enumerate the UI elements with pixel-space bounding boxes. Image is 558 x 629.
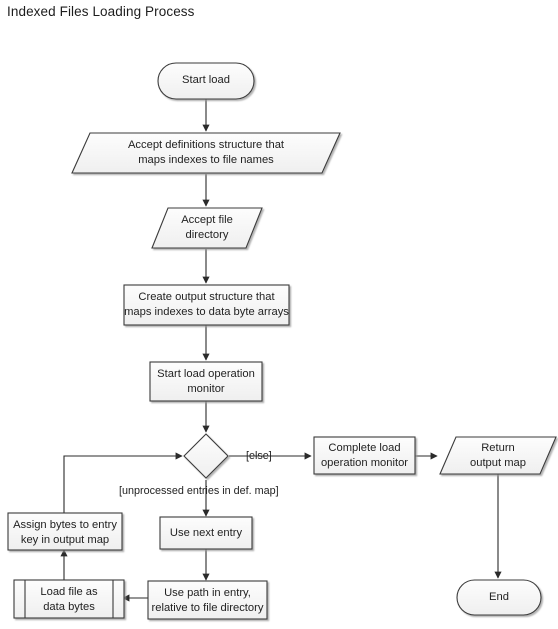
node-load-file-as-data-bytes[interactable] [13, 579, 125, 619]
flowchart-canvas [7, 62, 557, 620]
node-layer [7, 62, 557, 620]
node-create-output-structure[interactable] [123, 284, 290, 326]
node-assign-bytes-to-entry-key[interactable] [7, 512, 123, 551]
edge-layer [60, 99, 502, 602]
node-use-next-entry[interactable] [159, 516, 253, 550]
node-start-load-operation-monitor[interactable] [149, 361, 263, 402]
node-accept-definitions[interactable] [71, 132, 341, 174]
edge-label-else: [else] [246, 450, 272, 462]
node-use-path-in-entry[interactable] [147, 580, 268, 620]
node-complete-load-operation-monitor[interactable] [313, 436, 416, 475]
node-end[interactable] [456, 579, 542, 616]
node-decision[interactable] [183, 433, 229, 479]
node-accept-file-directory[interactable] [151, 207, 263, 249]
node-return-output-map[interactable] [439, 436, 557, 475]
node-start[interactable] [157, 62, 255, 100]
edge-label-unprocessed-entries: [unprocessed entries in def. map] [119, 485, 279, 497]
